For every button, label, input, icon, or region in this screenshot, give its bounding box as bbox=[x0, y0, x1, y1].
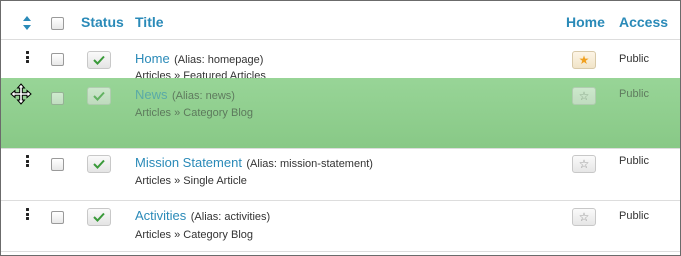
article-alias: (Alias: homepage) bbox=[174, 54, 264, 66]
article-manager-table: Status Title Home Access Home (Alias: ho… bbox=[0, 0, 681, 256]
row-title-line: Activities (Alias: activities) bbox=[135, 207, 270, 225]
table-row-dragging[interactable]: News (Alias: news) Articles » Category B… bbox=[1, 78, 680, 148]
check-icon bbox=[93, 55, 105, 65]
access-level: Public bbox=[619, 210, 649, 222]
article-title-link[interactable]: Activities bbox=[135, 208, 186, 223]
column-header-title[interactable]: Title bbox=[135, 14, 164, 30]
row-checkbox[interactable] bbox=[51, 211, 64, 224]
publish-status-button[interactable] bbox=[87, 51, 111, 69]
article-alias: (Alias: activities) bbox=[190, 211, 271, 223]
featured-toggle-button[interactable]: ☆ bbox=[572, 208, 596, 226]
article-alias: (Alias: news) bbox=[171, 90, 235, 102]
star-outline-icon: ☆ bbox=[578, 89, 590, 103]
access-level: Public bbox=[619, 53, 649, 65]
row-checkbox[interactable] bbox=[51, 53, 64, 66]
check-icon bbox=[93, 212, 105, 222]
access-level: Public bbox=[619, 88, 649, 100]
row-checkbox[interactable] bbox=[51, 158, 64, 171]
row-divider bbox=[1, 251, 680, 252]
article-title-link[interactable]: Home bbox=[135, 51, 170, 66]
check-icon bbox=[93, 159, 105, 169]
article-title-link[interactable]: Mission Statement bbox=[135, 155, 242, 170]
star-outline-icon: ☆ bbox=[578, 210, 590, 224]
column-header-home[interactable]: Home bbox=[566, 14, 605, 30]
sort-icon[interactable] bbox=[22, 15, 32, 31]
featured-toggle-button[interactable]: ☆ bbox=[572, 87, 596, 105]
article-category: Articles » Category Blog bbox=[135, 229, 253, 241]
article-title-link[interactable]: News bbox=[135, 87, 168, 102]
row-title-line: Home (Alias: homepage) bbox=[135, 50, 263, 68]
column-header-status[interactable]: Status bbox=[81, 14, 124, 30]
row-title-line: News (Alias: news) bbox=[135, 86, 235, 104]
featured-toggle-button[interactable]: ★ bbox=[572, 51, 596, 69]
table-row: Mission Statement (Alias: mission-statem… bbox=[1, 149, 680, 199]
article-alias: (Alias: mission-statement) bbox=[246, 158, 373, 170]
drag-handle-icon[interactable] bbox=[26, 155, 30, 167]
access-level: Public bbox=[619, 155, 649, 167]
publish-status-button[interactable] bbox=[87, 87, 111, 105]
select-all-checkbox[interactable] bbox=[51, 17, 64, 30]
row-checkbox[interactable] bbox=[51, 92, 64, 105]
publish-status-button[interactable] bbox=[87, 155, 111, 173]
check-icon bbox=[93, 91, 105, 101]
star-outline-icon: ☆ bbox=[578, 157, 590, 171]
row-title-line: Mission Statement (Alias: mission-statem… bbox=[135, 154, 373, 172]
article-category: Articles » Single Article bbox=[135, 175, 247, 187]
star-filled-icon: ★ bbox=[578, 53, 590, 67]
drag-handle-icon[interactable] bbox=[26, 208, 30, 220]
featured-toggle-button[interactable]: ☆ bbox=[572, 155, 596, 173]
column-header-access[interactable]: Access bbox=[619, 14, 668, 30]
table-row: Activities (Alias: activities) Articles … bbox=[1, 201, 680, 251]
move-cursor-icon bbox=[10, 83, 32, 105]
publish-status-button[interactable] bbox=[87, 208, 111, 226]
drag-handle-icon[interactable] bbox=[26, 51, 30, 63]
article-category: Articles » Category Blog bbox=[135, 107, 253, 119]
